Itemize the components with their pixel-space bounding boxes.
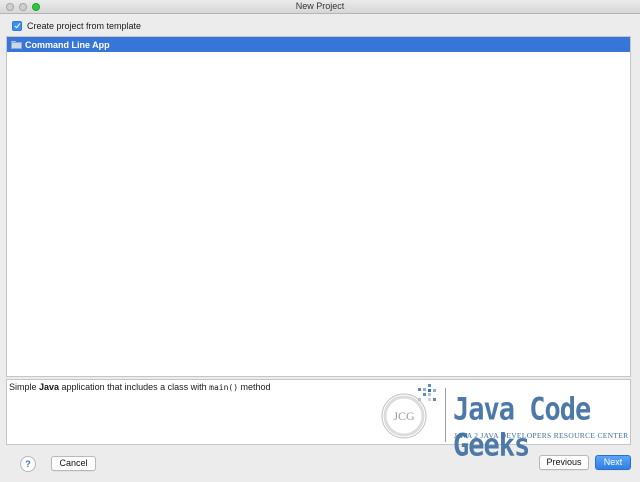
description-code: main()	[209, 383, 239, 392]
description-middle: application that includes a class with	[59, 382, 210, 392]
list-item-command-line-app[interactable]: Command Line App	[7, 37, 630, 52]
description-language: Java	[39, 382, 60, 392]
jcg-mark-text: JCG	[393, 409, 415, 423]
template-description: Simple Java application that includes a …	[9, 382, 271, 392]
title-bar: New Project	[0, 0, 640, 14]
logo-tagline: JAVA 2 JAVA DEVELOPERS RESOURCE CENTER	[454, 431, 629, 440]
new-project-dialog: New Project Create project from template…	[0, 0, 640, 482]
create-from-template-checkbox[interactable]	[12, 21, 22, 31]
next-button[interactable]: Next	[595, 455, 631, 470]
help-button[interactable]: ?	[20, 456, 36, 472]
logo-divider	[445, 388, 446, 442]
description-prefix: Simple	[9, 382, 40, 392]
window-title: New Project	[295, 1, 345, 11]
previous-button[interactable]: Previous	[539, 455, 589, 470]
cancel-button[interactable]: Cancel	[51, 456, 96, 471]
list-item-label: Command Line App	[25, 39, 110, 50]
java-code-geeks-logo: JCG Java Code Geeks JAVA 2 JAVA DEVELOPE…	[374, 382, 630, 463]
jcg-mark-icon: JCG	[381, 384, 436, 439]
template-list[interactable]: Command Line App	[6, 36, 631, 377]
create-from-template-label[interactable]: Create project from template	[27, 21, 141, 31]
folder-icon	[11, 40, 22, 49]
template-description-panel: Simple Java application that includes a …	[6, 379, 631, 463]
logo-name: Java Code Geeks	[453, 392, 591, 464]
description-suffix: method	[238, 382, 271, 392]
create-from-template-option[interactable]: Create project from template	[12, 20, 141, 32]
